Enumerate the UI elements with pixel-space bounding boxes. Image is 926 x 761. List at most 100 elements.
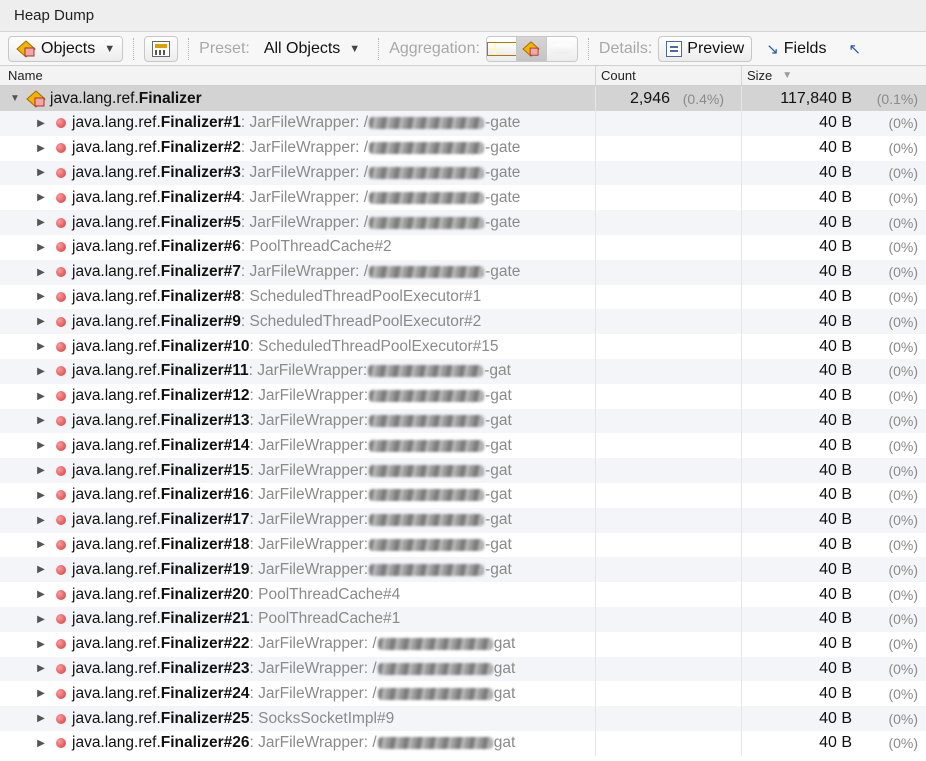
table-row[interactable]: ▶ java.lang.ref. Finalizer#10 : ScheduledT… <box>0 334 926 359</box>
table-row[interactable]: ▶ java.lang.ref. Finalizer#23 : JarFileWra… <box>0 656 926 682</box>
column-header-size[interactable]: Size ▼ <box>742 66 926 85</box>
instance-name: Finalizer#26 <box>160 734 250 752</box>
column-header-name[interactable]: Name <box>0 66 596 85</box>
expand-icon[interactable]: ▶ <box>34 242 48 253</box>
table-row[interactable]: ▶ java.lang.ref. Finalizer#17 : JarFileWra… <box>0 507 926 533</box>
table-row[interactable]: ▶ java.lang.ref. Finalizer#22 : JarFileWra… <box>0 631 926 657</box>
expand-icon[interactable]: ▶ <box>34 143 48 154</box>
expand-icon[interactable]: ▶ <box>34 663 48 674</box>
root-size: 117,840 B <box>780 89 852 107</box>
table-row[interactable]: ▶ java.lang.ref. Finalizer#15 : JarFileWra… <box>0 458 926 483</box>
expand-collapse-icon[interactable]: ▼ <box>8 93 22 104</box>
instance-detail-tail: -gate <box>485 163 521 181</box>
instance-detail: : JarFileWrapper: <box>249 461 369 479</box>
table-row[interactable]: ▶ java.lang.ref. Finalizer#14 : JarFileWra… <box>0 433 926 459</box>
expand-icon[interactable]: ▶ <box>34 217 48 228</box>
class-icon <box>522 40 541 57</box>
expand-icon[interactable]: ▶ <box>34 291 48 302</box>
table-row[interactable]: ▶ java.lang.ref. Finalizer#26 : JarFileWra… <box>0 730 926 756</box>
expand-icon[interactable]: ▶ <box>34 490 48 501</box>
table-row[interactable]: ▶ java.lang.ref. Finalizer#25 : SocksSocke… <box>0 706 926 731</box>
expand-icon[interactable]: ▶ <box>34 539 48 550</box>
expand-icon[interactable]: ▶ <box>34 639 48 650</box>
instance-package: java.lang.ref. <box>72 585 161 603</box>
instance-package: java.lang.ref. <box>72 486 161 504</box>
expand-icon[interactable]: ▶ <box>34 564 48 575</box>
compute-button[interactable] <box>144 35 179 62</box>
expand-icon[interactable]: ▶ <box>34 688 48 699</box>
fields-icon: ↘ <box>766 40 779 58</box>
expand-icon[interactable]: ▶ <box>34 415 48 426</box>
instance-size: 40 B <box>819 560 852 578</box>
instance-icon <box>56 589 66 600</box>
table-row[interactable]: ▶ java.lang.ref. Finalizer#4 : JarFileWrap… <box>0 185 926 211</box>
instance-name: Finalizer#21 <box>160 610 250 628</box>
instance-name: Finalizer#14 <box>160 436 250 454</box>
expand-icon[interactable]: ▶ <box>34 316 48 327</box>
fields-button[interactable]: ↘ Fields <box>758 36 834 62</box>
instance-name: Finalizer#11 <box>160 362 249 380</box>
preset-dropdown[interactable]: All Objects ▼ <box>256 36 368 62</box>
table-row[interactable]: ▶ java.lang.ref. Finalizer#6 : PoolThreadC… <box>0 234 926 260</box>
count-cell <box>596 606 742 632</box>
instance-size: 40 B <box>819 387 852 405</box>
objects-dropdown[interactable]: Objects ▼ <box>8 35 124 62</box>
table-row[interactable]: ▶ java.lang.ref. Finalizer#7 : JarFileWrap… <box>0 259 926 285</box>
count-cell <box>596 259 742 285</box>
table-row[interactable]: ▶ java.lang.ref. Finalizer#1 : JarFileWrap… <box>0 111 926 136</box>
heap-dump-tab[interactable]: Heap Dump <box>0 0 926 32</box>
instance-package: java.lang.ref. <box>72 163 161 181</box>
expand-icon[interactable]: ▶ <box>34 515 48 526</box>
preview-button[interactable]: Preview <box>658 35 753 62</box>
table-row[interactable]: ▶ java.lang.ref. Finalizer#13 : JarFileWra… <box>0 408 926 434</box>
instance-size-pct: (0%) <box>888 140 918 157</box>
instance-detail: : JarFileWrapper: <box>249 560 369 578</box>
expand-icon[interactable]: ▶ <box>34 118 48 129</box>
expand-icon[interactable]: ▶ <box>34 366 48 377</box>
expand-icon[interactable]: ▶ <box>34 614 48 625</box>
count-cell <box>596 210 742 235</box>
table-row[interactable]: ▶ java.lang.ref. Finalizer#8 : ScheduledTh… <box>0 284 926 310</box>
table-row[interactable]: ▶ java.lang.ref. Finalizer#9 : ScheduledTh… <box>0 309 926 335</box>
instance-package: java.lang.ref. <box>72 263 161 281</box>
table-row[interactable]: ▶ java.lang.ref. Finalizer#5 : JarFileWrap… <box>0 210 926 235</box>
table-row[interactable]: ▶ java.lang.ref. Finalizer#21 : PoolThread… <box>0 606 926 632</box>
instance-size-pct: (0%) <box>888 636 918 653</box>
table-row[interactable]: ▶ java.lang.ref. Finalizer#2 : JarFileWrap… <box>0 135 926 161</box>
instance-size: 40 B <box>819 535 852 553</box>
aggregate-instances-button[interactable] <box>546 36 577 61</box>
count-cell <box>596 730 742 756</box>
references-button[interactable]: ↖ <box>840 36 869 62</box>
table-row[interactable]: ▶ java.lang.ref. Finalizer#11 : JarFileWra… <box>0 358 926 384</box>
expand-icon[interactable]: ▶ <box>34 267 48 278</box>
expand-icon[interactable]: ▶ <box>34 167 48 178</box>
table-row[interactable]: ▶ java.lang.ref. Finalizer#20 : PoolThread… <box>0 582 926 607</box>
column-header-count[interactable]: Count <box>596 66 742 85</box>
expand-icon[interactable]: ▶ <box>34 440 48 451</box>
expand-icon[interactable]: ▶ <box>34 192 48 203</box>
table-row[interactable]: ▶ java.lang.ref. Finalizer#12 : JarFileWra… <box>0 383 926 409</box>
aggregate-classes-button[interactable] <box>516 36 547 61</box>
expand-icon[interactable]: ▶ <box>34 465 48 476</box>
table-row[interactable]: ▶ java.lang.ref. Finalizer#24 : JarFileWra… <box>0 681 926 707</box>
expand-icon[interactable]: ▶ <box>34 738 48 749</box>
expand-icon[interactable]: ▶ <box>34 391 48 402</box>
redacted-path <box>369 464 485 477</box>
instance-name: Finalizer#10 <box>160 337 250 355</box>
table-row[interactable]: ▶ java.lang.ref. Finalizer#16 : JarFileWra… <box>0 482 926 508</box>
table-row[interactable]: ▶ java.lang.ref. Finalizer#3 : JarFileWrap… <box>0 160 926 186</box>
instance-package: java.lang.ref. <box>72 635 161 653</box>
count-cell <box>596 383 742 409</box>
table-row[interactable]: ▶ java.lang.ref. Finalizer#18 : JarFileWra… <box>0 532 926 558</box>
root-class: Finalizer <box>138 89 202 107</box>
instance-icon <box>56 118 66 129</box>
instance-size: 40 B <box>819 486 852 504</box>
expand-icon[interactable]: ▶ <box>34 713 48 724</box>
table-row[interactable]: ▶ java.lang.ref. Finalizer#19 : JarFileWra… <box>0 557 926 583</box>
calculator-icon <box>152 40 171 57</box>
expand-icon[interactable]: ▶ <box>34 589 48 600</box>
expand-icon[interactable]: ▶ <box>34 341 48 352</box>
aggregate-packages-button[interactable] <box>486 36 517 61</box>
instance-size-pct: (0%) <box>888 363 918 380</box>
table-row-root[interactable]: ▼ java.lang.ref. Finalizer 2,946 (0.4%) 1… <box>0 86 926 111</box>
